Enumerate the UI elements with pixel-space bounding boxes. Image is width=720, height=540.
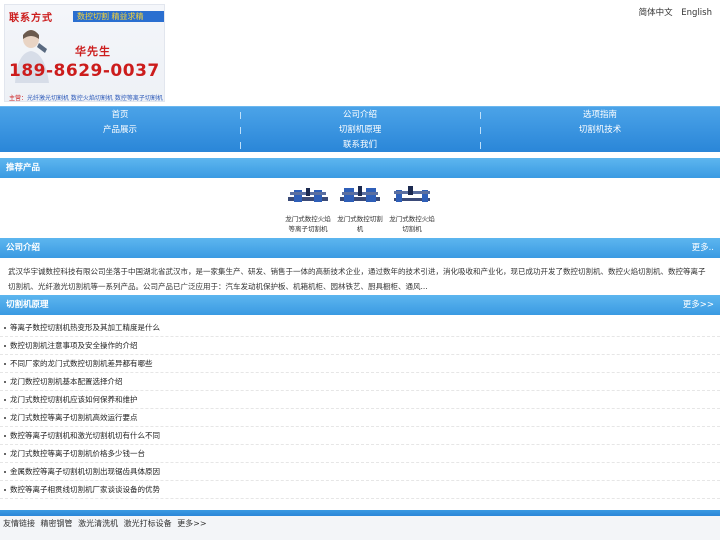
nav-placeholder	[480, 138, 720, 153]
nav-separator	[240, 112, 241, 119]
cutting-machine-image	[286, 182, 330, 208]
friend-links-more[interactable]: 更多>>	[177, 519, 206, 528]
product-caption: 龙门式数控火焰切割机	[389, 215, 435, 233]
bullet-icon	[4, 327, 6, 329]
banner-main-items: 光纤激光切割机 数控火焰切割机 数控等离子切割机	[27, 95, 163, 102]
principle-title: 切割机原理	[6, 300, 49, 310]
nav-about[interactable]: 公司介绍	[240, 108, 480, 123]
bullet-icon	[4, 435, 6, 437]
product-card[interactable]: 龙门式数控火焰切割机	[388, 182, 436, 234]
principle-section-header: 切割机原理 更多>>	[0, 295, 720, 315]
cutting-machine-image	[390, 182, 434, 208]
bullet-icon	[4, 471, 6, 473]
nav-technology-label: 切割机技术	[578, 125, 622, 135]
bullet-icon	[4, 381, 6, 383]
banner-phone-number: 189-8629-0037	[9, 61, 160, 81]
list-item[interactable]: 龙门式数控切割机应该如何保养和维护	[0, 391, 720, 409]
contact-banner[interactable]: 联系方式 数控切割 精益求精 华先生 189-8629-0037 主营：光纤激光…	[4, 4, 165, 102]
bullet-icon	[4, 345, 6, 347]
nav-row-2: 产品展示 切割机原理 切割机技术	[0, 123, 720, 138]
list-item[interactable]: 龙门数控切割机基本配置选择介绍	[0, 373, 720, 391]
nav-principle[interactable]: 切割机原理	[240, 123, 480, 138]
nav-principle-label: 切割机原理	[338, 125, 382, 135]
main-nav: 首页 公司介绍 选项指南 产品展示 切割机原理 切割机技术 联系我们	[0, 106, 720, 152]
recommend-title: 推荐产品	[6, 163, 41, 173]
bullet-icon	[4, 399, 6, 401]
recommend-section-header: 推荐产品	[0, 158, 720, 178]
list-item[interactable]: 数控切割机注意事项及安全操作的介绍	[0, 337, 720, 355]
friend-links: 友情链接 精密钢管 激光清洗机 激光打标设备 更多>>	[0, 516, 720, 540]
article-list: 等离子数控切割机热变形及其加工精度是什么 数控切割机注意事项及安全操作的介绍 不…	[0, 319, 720, 499]
friend-link[interactable]: 激光清洗机	[78, 519, 118, 528]
article-title: 数控等离子相贯线切割机厂家谈谈设备的优势	[10, 485, 160, 494]
nav-home[interactable]: 首页	[0, 108, 240, 123]
product-list: 龙门式数控火焰等离子切割机 龙门式数控切割机 龙门式数控火焰切割机	[0, 178, 720, 238]
nav-products[interactable]: 产品展示	[0, 123, 240, 138]
nav-placeholder	[0, 138, 240, 153]
article-title: 龙门式数控等离子切割机高效运行要点	[10, 413, 138, 422]
nav-guide-label: 选项指南	[582, 110, 617, 120]
banner-main-label: 主营：	[9, 95, 28, 102]
article-title: 龙门数控切割机基本配置选择介绍	[10, 377, 123, 386]
banner-tagline: 数控切割 精益求精	[73, 11, 164, 22]
article-title: 等离子数控切割机热变形及其加工精度是什么	[10, 323, 160, 332]
list-item[interactable]: 等离子数控切割机热变形及其加工精度是什么	[0, 319, 720, 337]
banner-contact-name: 华先生	[75, 45, 111, 58]
language-switcher: 简体中文 English	[633, 6, 712, 18]
list-item[interactable]: 龙门式数控等离子切割机高效运行要点	[0, 409, 720, 427]
banner-main-business: 主营：光纤激光切割机 数控火焰切割机 数控等离子切割机	[9, 93, 163, 102]
lang-en-link[interactable]: English	[681, 8, 712, 18]
article-title: 龙门式数控切割机应该如何保养和维护	[10, 395, 138, 404]
bullet-icon	[4, 453, 6, 455]
article-title: 不同厂家的龙门式数控切割机差异都有哪些	[10, 359, 153, 368]
list-item[interactable]: 龙门式数控等离子切割机价格多少钱一台	[0, 445, 720, 463]
nav-separator	[480, 112, 481, 119]
principle-more-link[interactable]: 更多>>	[683, 295, 714, 315]
nav-guide[interactable]: 选项指南	[480, 108, 720, 123]
product-card[interactable]: 龙门式数控火焰等离子切割机	[284, 182, 332, 234]
article-title: 数控切割机注意事项及安全操作的介绍	[10, 341, 138, 350]
nav-separator	[240, 142, 241, 149]
intro-title: 公司介绍	[6, 243, 41, 253]
lang-zh-link[interactable]: 简体中文	[639, 8, 673, 18]
article-title: 数控等离子切割机和激光切割机切有什么不同	[10, 431, 160, 440]
list-item[interactable]: 不同厂家的龙门式数控切割机差异都有哪些	[0, 355, 720, 373]
banner-contact-title: 联系方式	[9, 13, 53, 24]
list-item[interactable]: 数控等离子相贯线切割机厂家谈谈设备的优势	[0, 481, 720, 499]
bullet-icon	[4, 489, 6, 491]
article-title: 金属数控等离子切割机切割出现锯齿具体原因	[10, 467, 160, 476]
nav-technology[interactable]: 切割机技术	[480, 123, 720, 138]
intro-more-link[interactable]: 更多..	[692, 238, 714, 258]
nav-contact-label: 联系我们	[342, 140, 377, 150]
nav-about-label: 公司介绍	[342, 110, 377, 120]
company-intro-text: 武汉华宇诚数控科技有限公司坐落于中国湖北省武汉市，是一家集生产、研发、销售于一体…	[8, 267, 706, 291]
bullet-icon	[4, 363, 6, 365]
product-card[interactable]: 龙门式数控切割机	[336, 182, 384, 234]
friend-link[interactable]: 激光打标设备	[124, 519, 172, 528]
list-item[interactable]: 金属数控等离子切割机切割出现锯齿具体原因	[0, 463, 720, 481]
nav-separator	[240, 127, 241, 134]
intro-section-header: 公司介绍 更多..	[0, 238, 720, 258]
list-item[interactable]: 数控等离子切割机和激光切割机切有什么不同	[0, 427, 720, 445]
article-title: 龙门式数控等离子切割机价格多少钱一台	[10, 449, 145, 458]
product-caption: 龙门式数控火焰等离子切割机	[285, 215, 331, 233]
header: 联系方式 数控切割 精益求精 华先生 189-8629-0037 主营：光纤激光…	[0, 0, 720, 104]
nav-separator	[480, 142, 481, 149]
friend-link[interactable]: 精密钢管	[41, 519, 73, 528]
friend-links-label: 友情链接	[3, 519, 35, 528]
nav-row-3: 联系我们	[0, 138, 720, 153]
nav-contact[interactable]: 联系我们	[240, 138, 480, 153]
cutting-machine-image	[338, 182, 382, 208]
nav-separator	[480, 127, 481, 134]
nav-row-1: 首页 公司介绍 选项指南	[0, 108, 720, 123]
product-caption: 龙门式数控切割机	[337, 215, 383, 233]
bullet-icon	[4, 417, 6, 419]
